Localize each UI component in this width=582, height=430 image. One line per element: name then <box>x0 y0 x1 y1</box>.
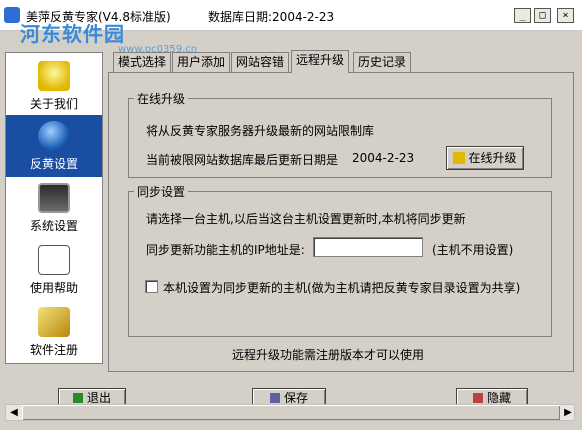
sidebar-item-label: 系统设置 <box>29 219 78 233</box>
sync-host-checkbox[interactable] <box>145 280 158 293</box>
sidebar-item-filter-settings[interactable]: 反黄设置 <box>6 115 102 177</box>
computer-icon <box>38 183 70 213</box>
sidebar-item-about[interactable]: 关于我们 <box>6 55 102 117</box>
sync-ip-hint: (主机不用设置) <box>432 243 514 257</box>
online-upgrade-button[interactable]: 在线升级 <box>446 146 524 170</box>
watermark-site: 河东软件园 <box>20 22 125 46</box>
tab-user-add[interactable]: 用户添加 <box>172 52 231 72</box>
sync-ip-label: 同步更新功能主机的IP地址是: <box>146 243 305 257</box>
tab-mode-select[interactable]: 模式选择 <box>113 52 172 72</box>
sidebar-item-label: 软件注册 <box>29 343 78 357</box>
online-upgrade-button-label: 在线升级 <box>468 151 517 165</box>
tab-remote-upgrade[interactable]: 远程升级 <box>291 50 350 73</box>
sync-host-checkbox-label: 本机设置为同步更新的主机(做为主机请把反黄专家目录设置为共享) <box>163 281 521 295</box>
scroll-right-arrow-icon[interactable]: ▶ <box>560 404 576 421</box>
sidebar: 关于我们 反黄设置 系统设置 使用帮助 软件注册 <box>5 52 103 364</box>
sidebar-item-label: 反黄设置 <box>29 157 78 171</box>
minimize-button[interactable]: _ <box>514 8 531 23</box>
register-pen-icon <box>38 307 70 337</box>
database-date: 数据库日期:2004-2-23 <box>208 10 335 24</box>
upgrade-icon <box>453 152 466 164</box>
sidebar-item-register[interactable]: 软件注册 <box>6 301 102 363</box>
tab-history[interactable]: 历史记录 <box>353 52 412 72</box>
close-button[interactable]: × <box>557 8 574 23</box>
hide-button-label: 隐藏 <box>486 391 511 405</box>
online-upgrade-title: 在线升级 <box>134 90 189 107</box>
sync-ip-input[interactable] <box>313 237 423 257</box>
save-button-label: 保存 <box>283 391 308 405</box>
sidebar-item-label: 使用帮助 <box>29 281 78 295</box>
sidebar-item-help[interactable]: 使用帮助 <box>6 239 102 301</box>
last-update-label: 当前被限网站数据库最后更新日期是 <box>146 153 339 167</box>
sidebar-item-system-settings[interactable]: 系统设置 <box>6 177 102 239</box>
scroll-left-arrow-icon[interactable]: ◀ <box>6 404 22 421</box>
scrollbar-thumb[interactable] <box>22 405 560 420</box>
app-icon <box>4 7 20 23</box>
help-document-icon <box>38 245 70 275</box>
hide-icon <box>472 393 483 403</box>
tab-site-tolerance[interactable]: 网站容错 <box>231 52 290 72</box>
maximize-button[interactable]: □ <box>534 8 551 23</box>
sync-description: 请选择一台主机,以后当这台主机设置更新时,本机将同步更新 <box>146 212 466 226</box>
registration-note: 远程升级功能需注册版本才可以使用 <box>232 348 425 362</box>
save-icon <box>269 393 280 403</box>
sync-settings-title: 同步设置 <box>134 183 189 200</box>
online-upgrade-description: 将从反黄专家服务器升级最新的网站限制库 <box>146 124 375 138</box>
sidebar-item-label: 关于我们 <box>29 97 78 111</box>
info-bulb-icon <box>38 61 70 91</box>
exit-icon <box>72 393 83 403</box>
exit-button-label: 退出 <box>86 391 111 405</box>
last-update-date: 2004-2-23 <box>352 151 415 165</box>
globe-icon <box>38 121 70 151</box>
